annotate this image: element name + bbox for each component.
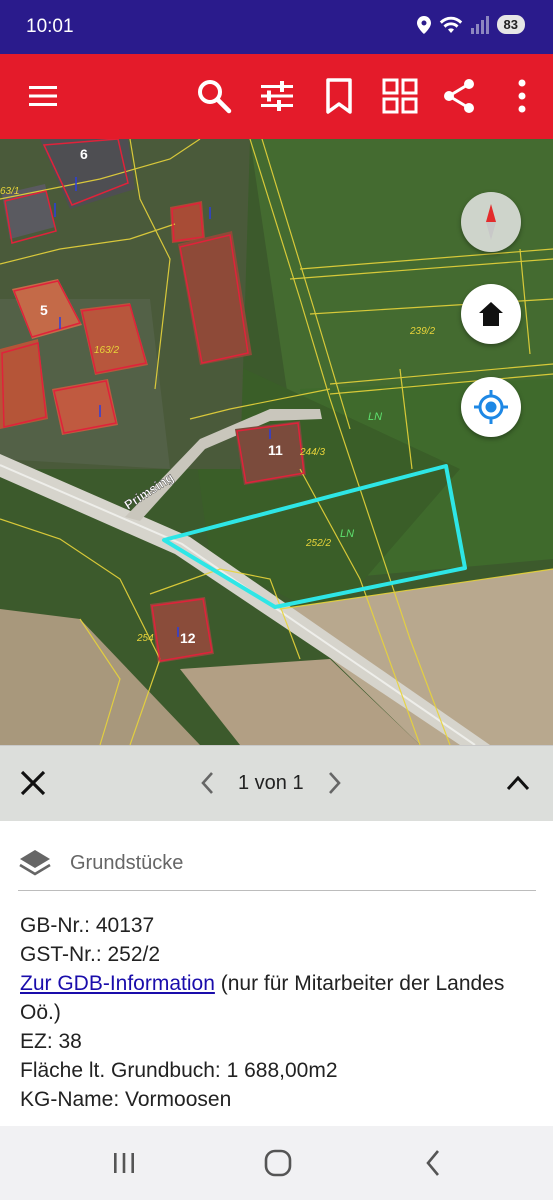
battery-icon: 83 bbox=[496, 15, 525, 34]
flaeche: Fläche lt. Grundbuch: 1 688,00m2 bbox=[20, 1059, 338, 1082]
app-screen: 10:01 83 6 5 11 12 63/1 163/2 244/3 239/… bbox=[0, 0, 553, 1200]
layer-row: Grundstücke bbox=[18, 837, 536, 891]
wifi-icon bbox=[439, 16, 462, 33]
gb-nr: GB-Nr.: 40137 bbox=[20, 914, 155, 937]
search-icon[interactable] bbox=[194, 76, 234, 116]
pager: 1 von 1 bbox=[196, 768, 346, 798]
parcel-label: 239/2 bbox=[409, 326, 435, 337]
info-sheet-body: Grundstücke GB-Nr.: 40137 GST-Nr.: 252/2… bbox=[0, 821, 553, 1126]
home-circle-icon[interactable] bbox=[258, 1146, 298, 1180]
my-location-icon[interactable] bbox=[461, 377, 521, 437]
land-use-label: LN bbox=[368, 411, 382, 423]
location-icon bbox=[416, 15, 431, 34]
parcel-label: 163/2 bbox=[94, 345, 119, 356]
gst-nr: GST-Nr.: 252/2 bbox=[20, 943, 161, 966]
compass-icon[interactable] bbox=[461, 192, 521, 252]
grid-icon[interactable] bbox=[380, 76, 420, 116]
back-icon[interactable] bbox=[413, 1146, 453, 1180]
parcel-info: GB-Nr.: 40137 GST-Nr.: 252/2 Zur GDB-Inf… bbox=[20, 911, 540, 1114]
pager-label: 1 von 1 bbox=[238, 771, 304, 794]
home-icon[interactable] bbox=[461, 284, 521, 344]
ez: EZ: 38 bbox=[20, 1030, 82, 1053]
close-icon[interactable] bbox=[14, 764, 52, 802]
status-time: 10:01 bbox=[26, 16, 74, 37]
recents-icon[interactable] bbox=[104, 1146, 144, 1180]
chevron-left-icon[interactable] bbox=[196, 768, 218, 798]
share-icon[interactable] bbox=[439, 76, 479, 116]
bookmark-icon[interactable] bbox=[319, 76, 359, 116]
layers-icon bbox=[19, 849, 51, 876]
chevron-right-icon[interactable] bbox=[324, 768, 346, 798]
land-use-label: LN bbox=[340, 528, 354, 540]
signal-icon bbox=[470, 15, 489, 34]
kg-name: KG-Name: Vormoosen bbox=[20, 1088, 232, 1111]
chevron-up-icon[interactable] bbox=[501, 766, 535, 800]
app-bar bbox=[0, 54, 553, 139]
parcel-label: 254 bbox=[136, 633, 154, 644]
more-icon[interactable] bbox=[502, 76, 542, 116]
parcel-label: 63/1 bbox=[0, 186, 19, 197]
parcel-label: 252/2 bbox=[305, 538, 331, 549]
house-number: 11 bbox=[268, 442, 283, 458]
house-number: 6 bbox=[80, 146, 88, 162]
gdb-link-row: Zur GDB-Information (nur für Mitarbeiter… bbox=[20, 969, 540, 1027]
gdb-info-link[interactable]: Zur GDB-Information bbox=[20, 972, 215, 995]
house-number: 12 bbox=[180, 630, 196, 646]
parcel-label: 244/3 bbox=[299, 447, 325, 458]
layer-label: Grundstücke bbox=[70, 852, 184, 874]
map-view[interactable]: 6 5 11 12 63/1 163/2 244/3 239/2 252/2 2… bbox=[0, 139, 553, 745]
info-sheet-header: 1 von 1 bbox=[0, 745, 553, 821]
house-number: 5 bbox=[40, 302, 48, 318]
status-bar: 10:01 83 bbox=[0, 0, 553, 54]
status-icons: 83 bbox=[416, 15, 525, 34]
menu-icon[interactable] bbox=[23, 76, 63, 116]
filter-icon[interactable] bbox=[257, 76, 297, 116]
system-nav-bar bbox=[0, 1126, 553, 1200]
